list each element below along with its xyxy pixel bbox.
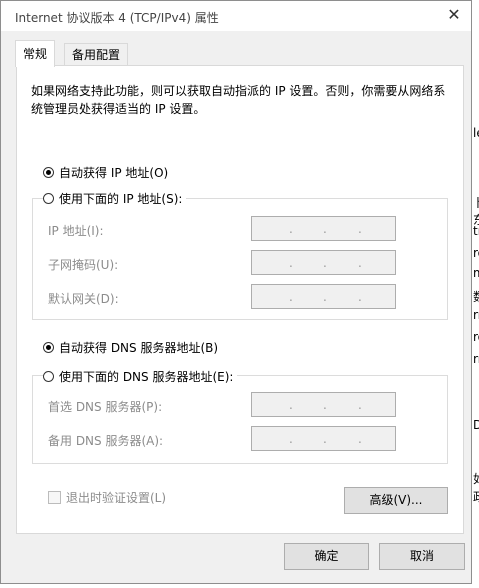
auto-dns-radio[interactable]: 自动获得 DNS 服务器地址(B) bbox=[43, 339, 218, 356]
title-bar[interactable]: Internet 协议版本 4 (TCP/IPv4) 属性 ✕ bbox=[1, 1, 471, 31]
subnet-mask-label: 子网掩码(U): bbox=[48, 258, 119, 272]
manual-ip-label: 使用下面的 IP 地址(S): bbox=[59, 192, 183, 206]
ip-address-field[interactable]: ... bbox=[251, 216, 396, 241]
close-icon[interactable]: ✕ bbox=[443, 4, 465, 26]
manual-dns-radio[interactable]: 使用下面的 DNS 服务器地址(E): bbox=[43, 368, 238, 385]
bg-fragment: rn bbox=[473, 308, 479, 322]
bg-fragment: 数 bbox=[473, 288, 479, 305]
bg-fragment: 政 bbox=[473, 488, 479, 505]
validate-on-exit-checkbox[interactable]: 退出时验证设置(L) bbox=[48, 489, 166, 506]
bg-fragment: rn bbox=[473, 352, 479, 366]
bg-fragment: ler bbox=[473, 126, 479, 140]
checkbox-icon bbox=[48, 491, 61, 504]
bg-fragment: 如 bbox=[473, 470, 479, 487]
bg-fragment: 卜东 bbox=[473, 194, 479, 228]
bg-fragment: ro bbox=[473, 246, 479, 260]
bg-fragment: ma bbox=[473, 266, 479, 280]
ipv4-properties-dialog: Internet 协议版本 4 (TCP/IPv4) 属性 ✕ 常规 备用配置 … bbox=[0, 0, 472, 584]
bg-fragment: ro bbox=[473, 330, 479, 344]
radio-empty-icon bbox=[43, 193, 54, 204]
alternate-dns-label: 备用 DNS 服务器(A): bbox=[48, 434, 164, 448]
alternate-dns-field[interactable]: ... bbox=[251, 426, 396, 451]
default-gateway-field[interactable]: ... bbox=[251, 284, 396, 309]
manual-dns-label: 使用下面的 DNS 服务器地址(E): bbox=[59, 370, 234, 384]
radio-empty-icon bbox=[43, 371, 54, 382]
default-gateway-label: 默认网关(D): bbox=[48, 292, 119, 306]
ip-address-label: IP 地址(I): bbox=[48, 224, 104, 238]
cancel-button[interactable]: 取消 bbox=[379, 543, 465, 570]
radio-selected-icon bbox=[43, 342, 54, 353]
validate-label: 退出时验证设置(L) bbox=[66, 491, 167, 505]
bg-fragment: D) bbox=[473, 418, 479, 432]
radio-selected-icon bbox=[43, 167, 54, 178]
auto-ip-label: 自动获得 IP 地址(O) bbox=[59, 166, 169, 180]
auto-ip-radio[interactable]: 自动获得 IP 地址(O) bbox=[43, 164, 168, 181]
manual-ip-radio[interactable]: 使用下面的 IP 地址(S): bbox=[43, 190, 187, 207]
tab-general[interactable]: 常规 bbox=[15, 40, 56, 67]
advanced-button[interactable]: 高级(V)... bbox=[344, 487, 448, 514]
preferred-dns-field[interactable]: ... bbox=[251, 392, 396, 417]
dialog-title: Internet 协议版本 4 (TCP/IPv4) 属性 bbox=[15, 11, 219, 25]
preferred-dns-label: 首选 DNS 服务器(P): bbox=[48, 400, 163, 414]
ok-button[interactable]: 确定 bbox=[284, 543, 369, 570]
subnet-mask-field[interactable]: ... bbox=[251, 250, 396, 275]
bg-fragment: tro bbox=[473, 224, 479, 238]
tab-alternate-config[interactable]: 备用配置 bbox=[64, 43, 129, 65]
auto-dns-label: 自动获得 DNS 服务器地址(B) bbox=[59, 341, 219, 355]
description-text: 如果网络支持此功能，则可以获取自动指派的 IP 设置。否则，你需要从网络系统管理… bbox=[31, 84, 446, 116]
